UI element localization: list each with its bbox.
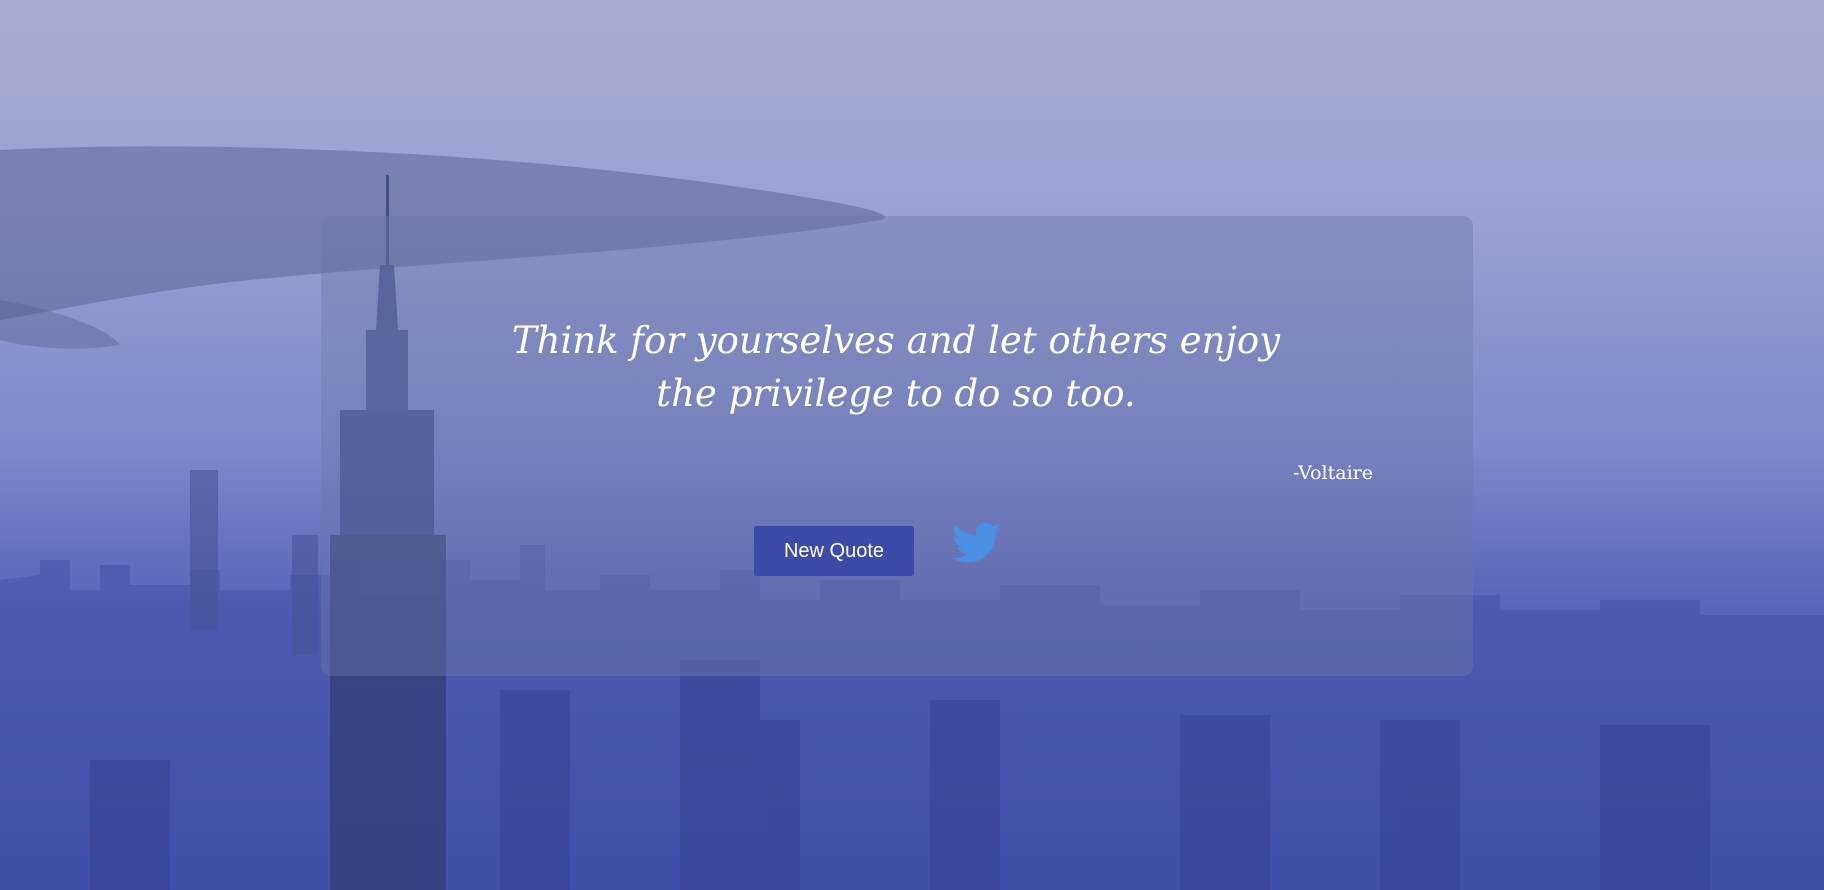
new-quote-button[interactable]: New Quote	[754, 526, 914, 576]
quote-card	[321, 216, 1473, 676]
quote-author: -Voltaire	[1293, 462, 1373, 484]
quote-text: Think for yourselves and let others enjo…	[511, 319, 1281, 415]
tweet-button[interactable]	[952, 522, 1002, 568]
distant-tower	[190, 470, 218, 630]
distant-tower-2	[292, 535, 318, 655]
twitter-bird-icon	[952, 522, 1002, 563]
